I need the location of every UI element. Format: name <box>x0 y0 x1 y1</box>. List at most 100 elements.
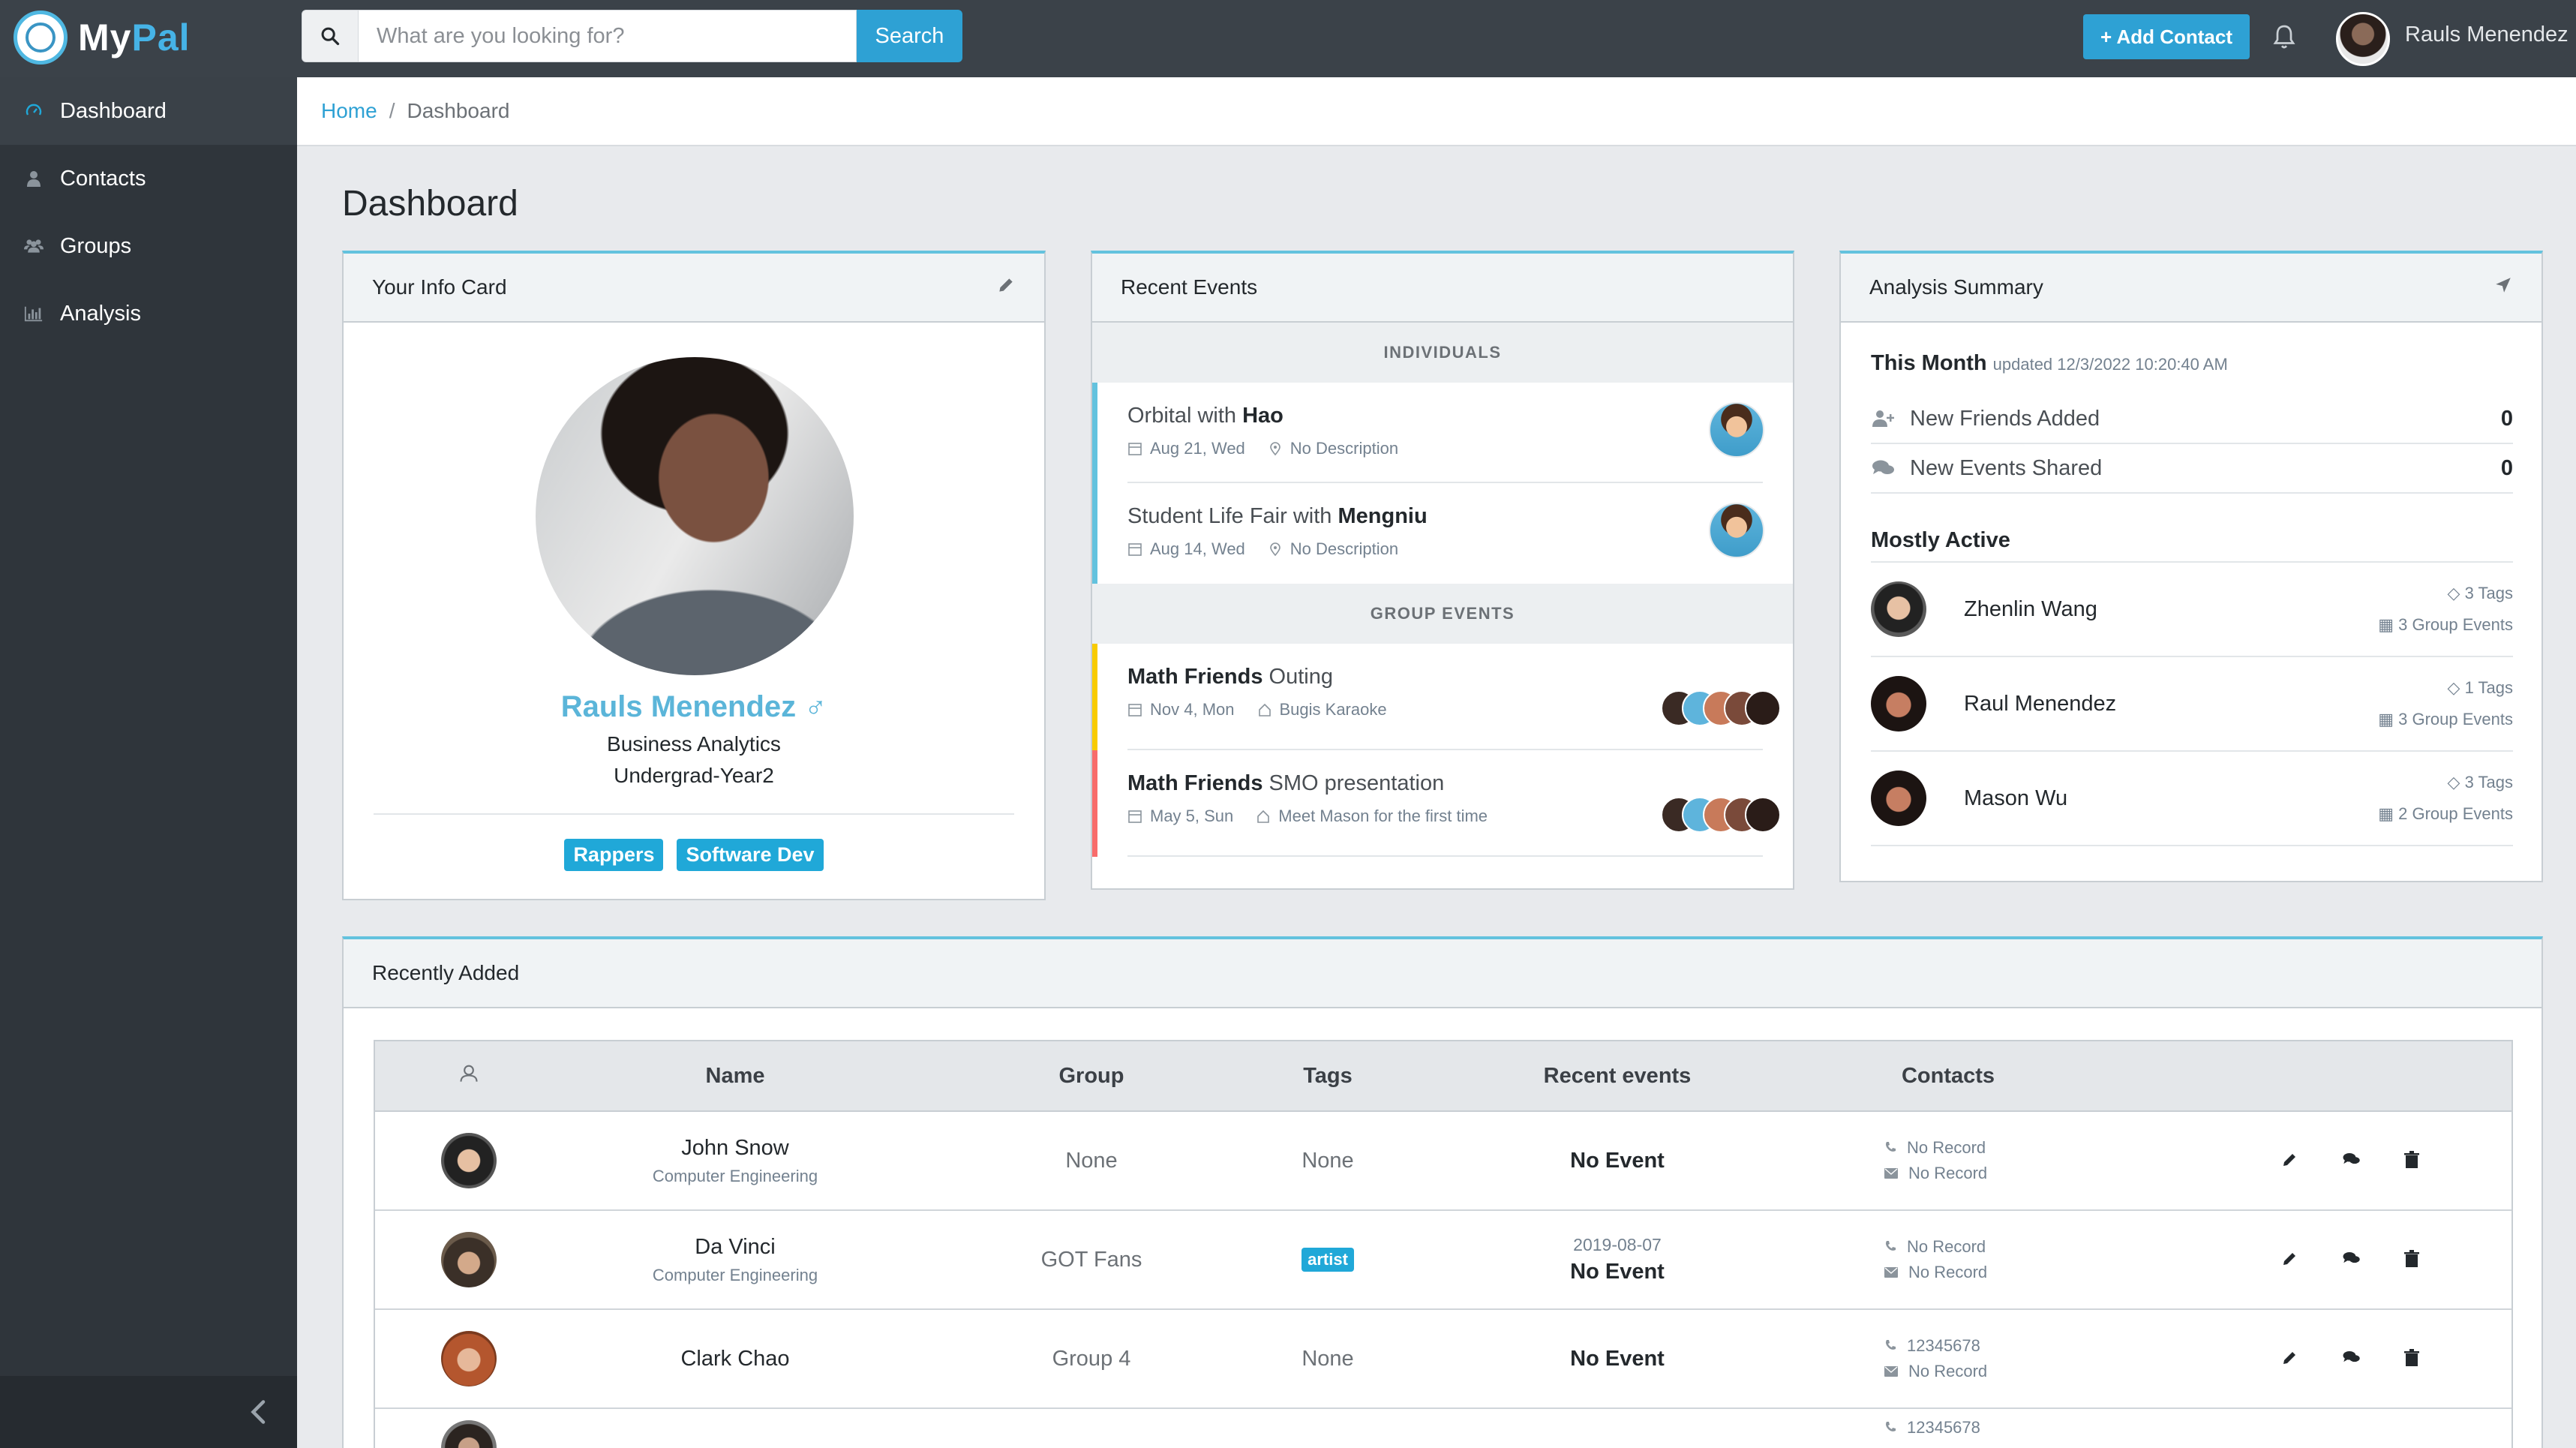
sidebar-item-dashboard[interactable]: Dashboard <box>0 77 297 145</box>
column-header[interactable]: Contacts <box>1854 1064 2042 1089</box>
sidebar-item-label: Groups <box>60 233 132 258</box>
tag-badge[interactable]: Software Dev <box>677 839 824 871</box>
sidebar-item-label: Contacts <box>60 166 146 191</box>
user-outline-icon <box>458 1062 479 1089</box>
contact-name[interactable]: Clark Chao <box>563 1347 908 1371</box>
event-item[interactable]: Math Friends Outing Nov 4, Mon Bugis Kar… <box>1092 644 1793 750</box>
event-date: Aug 21, Wed <box>1150 439 1245 458</box>
comments-icon <box>1871 458 1896 478</box>
chevron-left-icon[interactable] <box>248 1398 270 1425</box>
avatar <box>1871 581 1926 637</box>
tag-badge[interactable]: Rappers <box>564 839 664 871</box>
contact-email: No Record <box>1908 1362 1988 1380</box>
info-card-header: Your Info Card <box>344 254 1044 323</box>
pencil-icon[interactable] <box>996 275 1016 300</box>
profile-photo <box>536 357 854 675</box>
calendar-icon <box>1127 441 1142 456</box>
recent-event: No Event <box>1570 1346 1665 1371</box>
sidebar-item-label: Dashboard <box>60 98 167 123</box>
logo-text-pal: Pal <box>131 17 191 59</box>
column-header[interactable]: Tags <box>1275 1064 1380 1089</box>
add-contact-button[interactable]: + Add Contact <box>2083 14 2250 59</box>
search-button[interactable]: Search <box>857 10 962 62</box>
person-name: Raul Menendez <box>1964 691 2117 716</box>
breadcrumb-home-link[interactable]: Home <box>321 99 377 123</box>
avatar <box>1871 676 1926 732</box>
phone-icon <box>1884 1234 1896 1260</box>
app-logo[interactable]: MyPal <box>14 11 191 65</box>
location-pin-icon <box>1268 542 1283 557</box>
recent-event: No Event <box>1570 1148 1665 1173</box>
active-person-row[interactable]: Raul Menendez ◇ 1 Tags ▦ 3 Group Events <box>1871 657 2513 752</box>
comments-icon[interactable] <box>2342 1349 2361 1368</box>
active-person-row[interactable]: Mason Wu ◇ 3 Tags ▦ 2 Group Events <box>1871 752 2513 846</box>
contact-email: No Record <box>1908 1263 1988 1281</box>
comments-icon[interactable] <box>2342 1151 2361 1170</box>
recent-events-header: Recent Events <box>1092 254 1793 323</box>
bell-icon[interactable] <box>2271 23 2298 53</box>
person-name: Mason Wu <box>1964 786 2068 810</box>
comments-icon[interactable] <box>2342 1250 2361 1269</box>
event-date: Nov 4, Mon <box>1150 700 1235 719</box>
member-avatars <box>1661 797 1781 833</box>
trash-icon[interactable] <box>2403 1250 2423 1269</box>
sidebar-item-contacts[interactable]: Contacts <box>0 145 297 212</box>
event-item[interactable]: Orbital with Hao Aug 21, Wed No Descript… <box>1092 383 1793 483</box>
event-title: Outing <box>1262 665 1333 689</box>
event-item[interactable]: Math Friends SMO presentation May 5, Sun… <box>1092 750 1793 857</box>
recent-events-card: Recent Events INDIVIDUALS Orbital with H… <box>1091 251 1794 890</box>
envelope-icon <box>1884 1161 1898 1186</box>
contact-tags: None <box>1302 1148 1354 1173</box>
search-input[interactable] <box>359 10 857 62</box>
calendar-icon <box>1127 702 1142 717</box>
individuals-label: INDIVIDUALS <box>1092 323 1793 383</box>
logo-icon <box>14 11 68 65</box>
table-row[interactable]: Clark Chao Group 4 None No Event 1234567… <box>375 1310 2511 1409</box>
recently-added-title: Recently Added <box>372 961 520 984</box>
table-row[interactable]: 12345678 <box>375 1409 2511 1448</box>
column-header[interactable]: Name <box>563 1064 908 1089</box>
tag-badge[interactable]: artist <box>1302 1248 1354 1272</box>
user-icon <box>24 169 44 188</box>
pencil-icon[interactable] <box>2280 1151 2300 1170</box>
avatar <box>441 1331 497 1386</box>
avatar <box>441 1420 497 1448</box>
envelope-icon <box>1884 1359 1898 1384</box>
sidebar-footer <box>0 1376 297 1448</box>
home-icon <box>1257 702 1272 717</box>
event-description: Bugis Karaoke <box>1279 700 1387 719</box>
event-item[interactable]: Student Life Fair with Mengniu Aug 14, W… <box>1092 483 1793 584</box>
event-group: Math Friends <box>1127 665 1263 689</box>
avatar <box>1871 771 1926 826</box>
table-row[interactable]: John Snow Computer Engineering None None … <box>375 1112 2511 1211</box>
this-month-label: This Month <box>1871 351 1987 375</box>
avatar <box>441 1232 497 1287</box>
column-header[interactable]: Recent events <box>1380 1064 1854 1089</box>
pencil-icon[interactable] <box>2280 1250 2300 1269</box>
search-bar: Search <box>302 10 962 62</box>
user-name[interactable]: Rauls Menendez <box>2405 23 2568 47</box>
contact-name[interactable]: John Snow <box>563 1136 908 1161</box>
column-header[interactable]: Group <box>908 1064 1275 1089</box>
table-row[interactable]: Da Vinci Computer Engineering GOT Fans ar… <box>375 1211 2511 1310</box>
pencil-icon[interactable] <box>2280 1349 2300 1368</box>
active-person-row[interactable]: Zhenlin Wang ◇ 3 Tags ▦ 3 Group Events <box>1871 563 2513 657</box>
contact-avatar <box>1709 503 1764 558</box>
divider <box>374 813 1014 815</box>
send-icon[interactable] <box>2493 275 2513 300</box>
table-header: Name Group Tags Recent events Contacts <box>375 1041 2511 1112</box>
user-avatar[interactable] <box>2336 12 2390 66</box>
sidebar-item-groups[interactable]: Groups <box>0 212 297 280</box>
trash-icon[interactable] <box>2403 1151 2423 1170</box>
event-description: No Description <box>1290 439 1399 458</box>
sidebar-item-analysis[interactable]: Analysis <box>0 280 297 347</box>
tag-icon: ◇ <box>2447 678 2465 697</box>
avatar <box>1745 797 1781 833</box>
event-date: May 5, Sun <box>1150 807 1234 825</box>
calendar-icon: ▦ <box>2378 615 2399 634</box>
search-icon <box>302 10 359 62</box>
trash-icon[interactable] <box>2403 1349 2423 1368</box>
calendar-icon: ▦ <box>2378 804 2399 823</box>
contact-name[interactable]: Da Vinci <box>563 1235 908 1260</box>
info-card-title: Your Info Card <box>372 275 507 299</box>
